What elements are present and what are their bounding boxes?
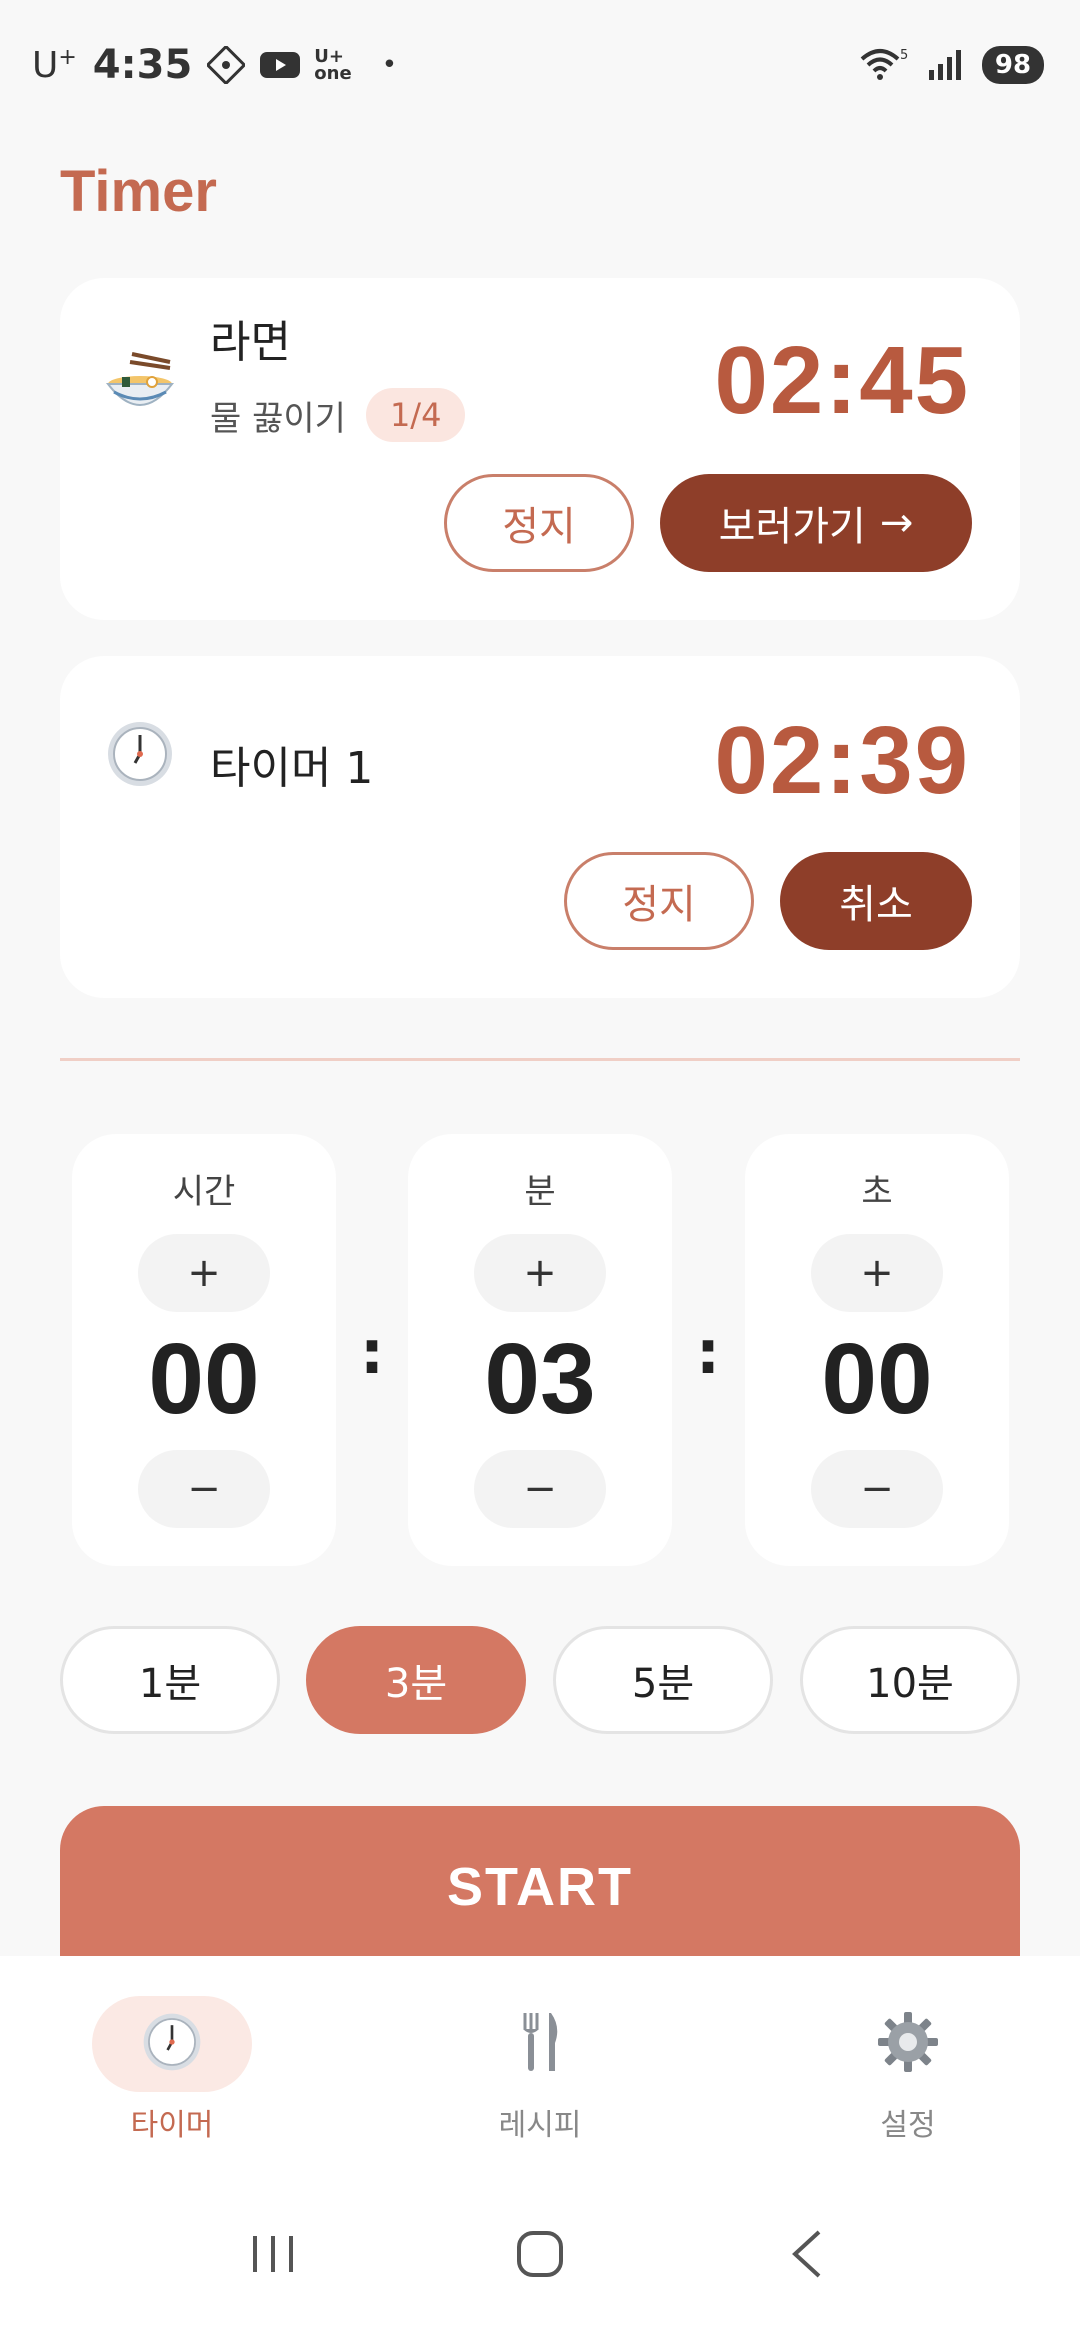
step-badge: 1/4: [365, 388, 466, 442]
uplus-one-icon: U+ one: [314, 46, 352, 84]
nav-label-timer: 타이머: [130, 2108, 214, 2143]
signal-icon: [926, 45, 966, 85]
nav-pill: [460, 1996, 620, 2092]
seconds-picker: 초 + 00 −: [745, 1134, 1009, 1566]
preset-3min-button[interactable]: 3분: [306, 1626, 526, 1734]
seconds-value: 00: [821, 1323, 933, 1435]
minutes-decrement-button[interactable]: −: [474, 1450, 606, 1528]
arrow-right-icon: →: [879, 500, 914, 546]
go-to-recipe-button[interactable]: 보러가기 →: [660, 474, 972, 572]
active-timer-card-1: 타이머 1 02:39 정지 취소: [60, 656, 1020, 998]
recent-apps-icon[interactable]: [233, 2214, 313, 2294]
youtube-icon: [260, 45, 301, 85]
seconds-decrement-button[interactable]: −: [811, 1450, 943, 1528]
status-right: 5 98: [858, 45, 1044, 85]
seconds-label: 초: [861, 1172, 893, 1212]
fork-knife-icon: [515, 2009, 565, 2079]
preset-1min-button[interactable]: 1분: [60, 1626, 280, 1734]
minutes-label: 분: [524, 1172, 556, 1212]
timer-countdown: 02:45: [714, 327, 970, 434]
hours-decrement-button[interactable]: −: [138, 1450, 270, 1528]
preset-10min-button[interactable]: 10분: [800, 1626, 1020, 1734]
timer-countdown: 02:39: [714, 707, 970, 814]
cancel-button[interactable]: 취소: [780, 852, 972, 950]
app-notification-icon: [206, 45, 246, 85]
status-left: U+ 4:35 U+ one •: [32, 42, 397, 88]
stop-button[interactable]: 정지: [444, 474, 634, 572]
seconds-increment-button[interactable]: +: [811, 1234, 943, 1312]
hours-label: 시간: [172, 1172, 236, 1212]
minutes-picker: 분 + 03 −: [408, 1134, 672, 1566]
timer-name: 타이머 1: [210, 743, 374, 794]
hours-picker: 시간 + 00 −: [72, 1134, 336, 1566]
nav-label-recipe: 레시피: [498, 2108, 582, 2143]
nav-item-timer[interactable]: 타이머: [72, 1996, 272, 2144]
svg-text:5: 5: [900, 48, 908, 63]
nav-item-settings[interactable]: 설정: [808, 1996, 1008, 2144]
go-to-recipe-label: 보러가기: [718, 504, 866, 550]
carrier-label: U+: [32, 44, 77, 86]
page-title: Timer: [60, 159, 217, 224]
minutes-increment-button[interactable]: +: [474, 1234, 606, 1312]
step-label: 물 끓이기: [210, 398, 346, 439]
system-nav-bar: [0, 2168, 1080, 2340]
time-separator: :: [360, 1318, 384, 1388]
start-button[interactable]: START: [60, 1806, 1020, 1980]
clock-time: 4:35: [92, 42, 193, 88]
gear-icon: [876, 2010, 940, 2078]
preset-5min-button[interactable]: 5분: [553, 1626, 773, 1734]
battery-indicator: 98: [982, 46, 1044, 84]
wifi-icon: 5: [858, 45, 910, 85]
bottom-nav: 타이머 레시피 설정: [0, 1956, 1080, 2168]
hours-value: 00: [148, 1323, 260, 1435]
nav-item-recipe[interactable]: 레시피: [440, 1996, 640, 2144]
back-icon[interactable]: [767, 2214, 847, 2294]
ramen-bowl-icon: [104, 350, 176, 422]
timer-step: 물 끓이기 1/4: [210, 388, 466, 442]
nav-pill: [828, 1996, 988, 2092]
notification-dot: •: [381, 50, 398, 80]
time-separator: :: [696, 1318, 720, 1388]
minutes-value: 03: [484, 1323, 596, 1435]
status-bar: U+ 4:35 U+ one • 5 98: [0, 0, 1080, 130]
clock-icon: [104, 718, 176, 790]
timer-name: 라면: [210, 317, 291, 368]
divider: [60, 1058, 1020, 1061]
home-icon[interactable]: [500, 2214, 580, 2294]
hours-increment-button[interactable]: +: [138, 1234, 270, 1312]
nav-pill: [92, 1996, 252, 2092]
clock-icon: [141, 2011, 203, 2077]
nav-label-settings: 설정: [880, 2108, 936, 2143]
active-timer-card-ramen: 라면 물 끓이기 1/4 02:45 정지 보러가기 →: [60, 278, 1020, 620]
stop-button[interactable]: 정지: [564, 852, 754, 950]
